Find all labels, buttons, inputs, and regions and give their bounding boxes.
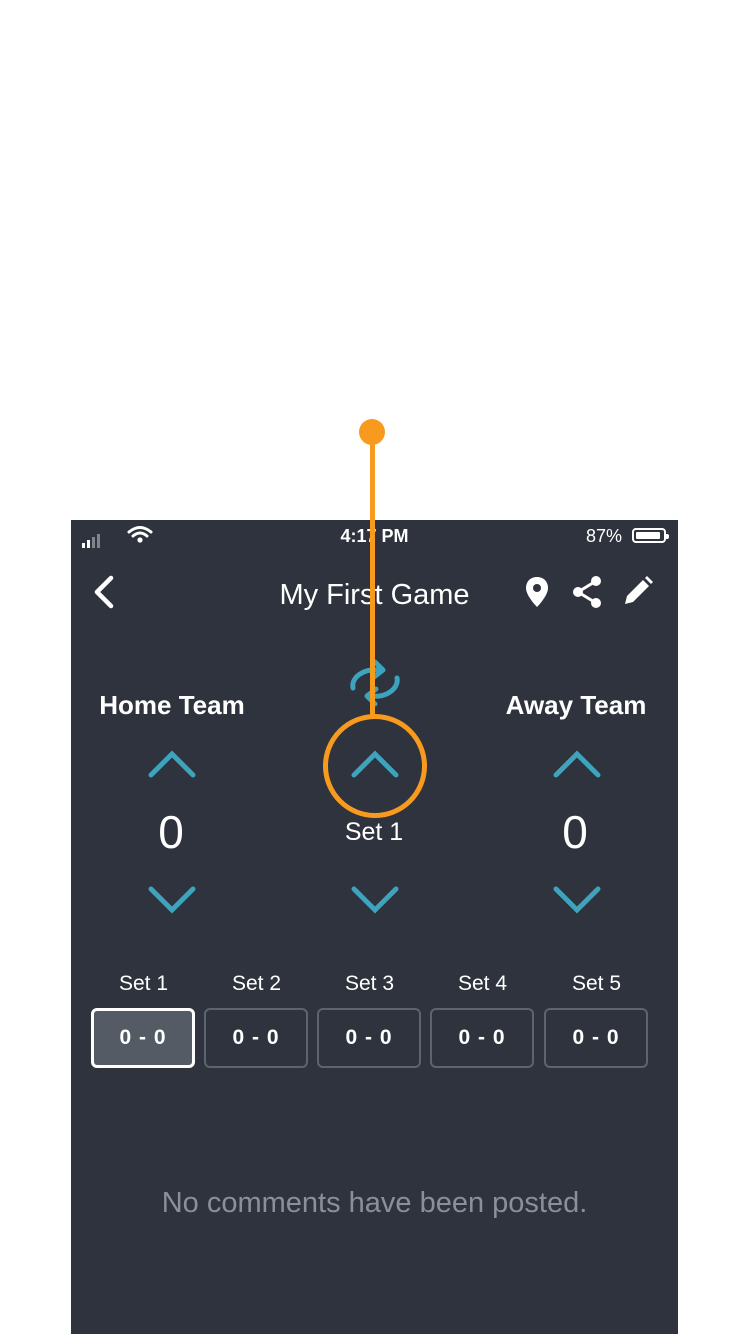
home-team-label: Home Team xyxy=(99,690,245,720)
set-score-box[interactable]: 0 - 0 xyxy=(204,1008,308,1068)
away-score: 0 xyxy=(562,806,588,858)
annotation-dot xyxy=(359,419,385,445)
swap-sides-icon[interactable] xyxy=(345,658,405,708)
annotation-highlight-circle xyxy=(323,714,427,818)
set-column: Set 1 0 - 0 xyxy=(91,972,196,1068)
set-label: Set 2 xyxy=(231,972,282,995)
battery-icon xyxy=(632,528,669,543)
home-score-up-icon[interactable] xyxy=(147,748,197,780)
set-label: Set 3 xyxy=(344,972,395,995)
set-column: Set 2 0 - 0 xyxy=(204,972,309,1068)
set-score-box[interactable]: 0 - 0 xyxy=(430,1008,534,1068)
set-column: Set 5 0 - 0 xyxy=(544,972,649,1068)
current-set-label: Set 1 xyxy=(344,818,404,846)
home-score-down-icon[interactable] xyxy=(147,884,197,916)
share-icon[interactable] xyxy=(569,574,605,610)
set-column: Set 4 0 - 0 xyxy=(430,972,535,1068)
set-score-box[interactable]: 0 - 0 xyxy=(544,1008,648,1068)
away-score-up-icon[interactable] xyxy=(552,748,602,780)
set-label: Set 4 xyxy=(457,972,508,995)
away-score-down-icon[interactable] xyxy=(552,884,602,916)
set-score-box[interactable]: 0 - 0 xyxy=(317,1008,421,1068)
set-down-icon[interactable] xyxy=(350,884,400,916)
home-score: 0 xyxy=(158,806,184,858)
location-pin-icon[interactable] xyxy=(519,574,555,610)
set-score-box[interactable]: 0 - 0 xyxy=(91,1008,195,1068)
set-label: Set 5 xyxy=(571,972,622,995)
set-label: Set 1 xyxy=(118,972,169,995)
set-column: Set 3 0 - 0 xyxy=(317,972,422,1068)
annotation-line xyxy=(370,431,375,717)
battery-percent: 87% xyxy=(585,526,622,546)
away-team-label: Away Team xyxy=(505,690,647,720)
comments-empty-message: No comments have been posted. xyxy=(161,1187,588,1219)
edit-pencil-icon[interactable] xyxy=(619,574,655,610)
